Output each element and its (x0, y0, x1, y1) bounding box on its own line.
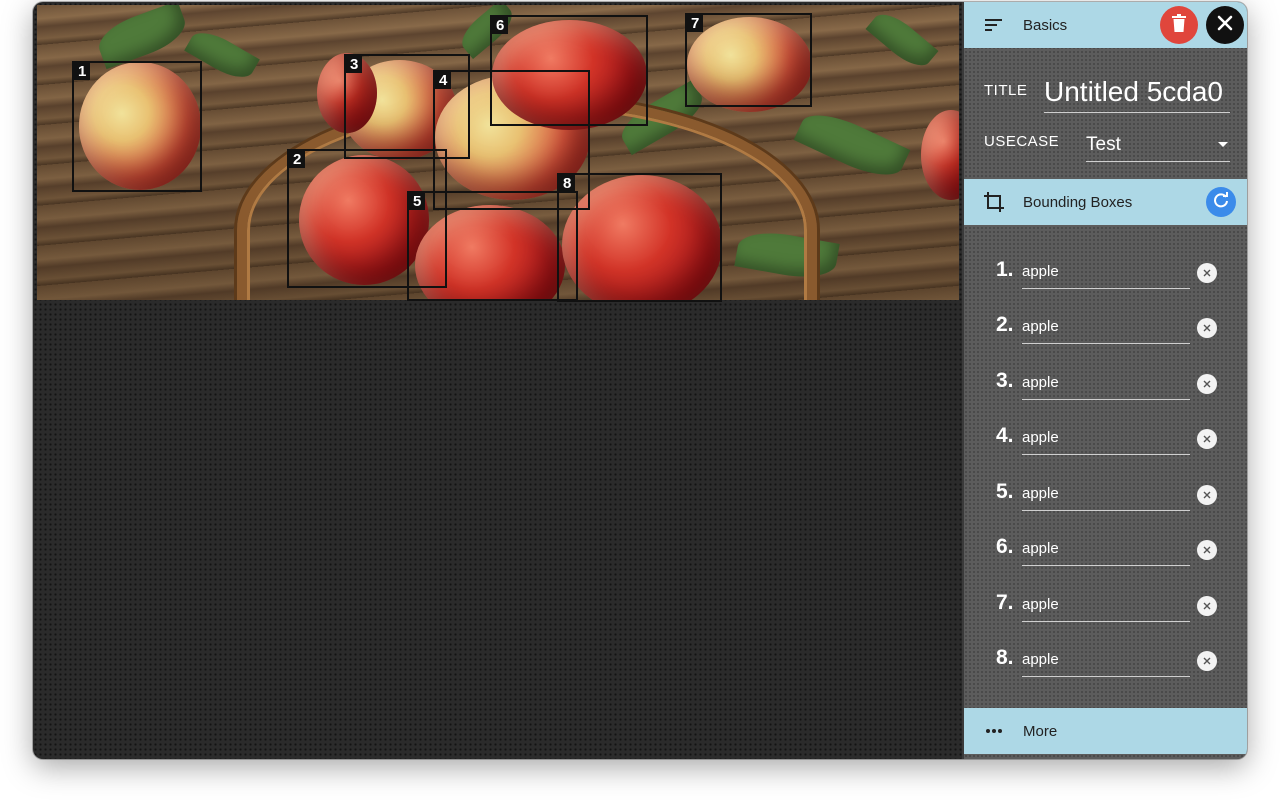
bounding-box-index: 2. (996, 313, 1014, 336)
remove-icon[interactable] (1197, 263, 1217, 283)
chevron-down-icon (1218, 142, 1228, 147)
usecase-value: Test (1086, 133, 1121, 155)
bounding-box-index: 6. (996, 535, 1014, 558)
basics-header-label: Basics (1023, 16, 1068, 34)
remove-icon[interactable] (1197, 540, 1217, 560)
bounding-box[interactable]: 5 (407, 191, 578, 301)
bounding-box-number: 7 (687, 15, 704, 32)
list-item: 5. apple (964, 456, 1247, 511)
bounding-box[interactable]: 1 (72, 61, 202, 192)
list-item: 4. apple (964, 400, 1247, 455)
bounding-box-number: 1 (74, 63, 91, 80)
bounding-box-number: 8 (559, 175, 576, 192)
bounding-box[interactable]: 6 (490, 15, 648, 126)
delete-button[interactable] (1160, 6, 1198, 44)
bounding-box-number: 4 (435, 72, 452, 89)
title-label: TITLE (984, 82, 1028, 99)
list-item: 1. apple (964, 234, 1247, 289)
bounding-boxes-header-label: Bounding Boxes (1023, 193, 1133, 211)
bounding-box-label[interactable]: apple (1022, 596, 1190, 622)
list-item: 7. apple (964, 567, 1247, 622)
bounding-box-index: 4. (996, 424, 1014, 447)
title-input[interactable] (1044, 72, 1230, 113)
basics-header[interactable]: Basics (964, 2, 1247, 48)
annotation-canvas[interactable]: 1 2 3 4 5 6 7 8 (33, 2, 962, 759)
trash-icon (1171, 13, 1187, 38)
remove-icon[interactable] (1197, 374, 1217, 394)
bounding-box-index: 7. (996, 591, 1014, 614)
refresh-icon (1213, 191, 1229, 213)
bounding-box-index: 1. (996, 258, 1014, 281)
bounding-box-number: 2 (289, 151, 306, 168)
list-item: 3. apple (964, 345, 1247, 400)
bounding-box-label[interactable]: apple (1022, 318, 1190, 344)
bounding-box-label[interactable]: apple (1022, 651, 1190, 677)
refresh-button[interactable] (1206, 187, 1236, 217)
bounding-box-label[interactable]: apple (1022, 429, 1190, 455)
bounding-box-index: 3. (996, 369, 1014, 392)
list-item: 2. apple (964, 289, 1247, 344)
bounding-box-label[interactable]: apple (1022, 485, 1190, 511)
remove-icon[interactable] (1197, 596, 1217, 616)
bounding-box-number: 6 (492, 17, 509, 34)
remove-icon[interactable] (1197, 651, 1217, 671)
crop-icon (982, 190, 1006, 214)
more-header-label: More (1023, 722, 1058, 740)
bounding-box[interactable]: 8 (557, 173, 722, 302)
more-horizontal-icon (982, 719, 1006, 743)
remove-icon[interactable] (1197, 485, 1217, 505)
bounding-boxes-header[interactable]: Bounding Boxes (964, 179, 1247, 225)
more-header[interactable]: More (964, 708, 1247, 754)
bounding-box-number: 5 (409, 193, 426, 210)
bounding-box-index: 8. (996, 646, 1014, 669)
remove-icon[interactable] (1197, 429, 1217, 449)
sidebar-panel: Basics TITLE USECASE Test Bounding Boxes (962, 2, 1247, 759)
bounding-box-index: 5. (996, 480, 1014, 503)
usecase-label: USECASE (984, 133, 1060, 150)
usecase-select[interactable]: Test (1086, 128, 1230, 162)
bounding-box-number: 3 (346, 56, 363, 73)
bounding-box[interactable]: 7 (685, 13, 812, 107)
bounding-box-label[interactable]: apple (1022, 540, 1190, 566)
list-item: 8. apple (964, 622, 1247, 677)
close-button[interactable] (1206, 6, 1244, 44)
remove-icon[interactable] (1197, 318, 1217, 338)
bounding-box-label[interactable]: apple (1022, 263, 1190, 289)
close-icon (1217, 15, 1233, 36)
app-window: 1 2 3 4 5 6 7 8 Basics TITLE Untitled 5c… (33, 2, 1247, 759)
sort-lines-icon (982, 13, 1006, 37)
bounding-box-label[interactable]: apple (1022, 374, 1190, 400)
list-item: 6. apple (964, 511, 1247, 566)
